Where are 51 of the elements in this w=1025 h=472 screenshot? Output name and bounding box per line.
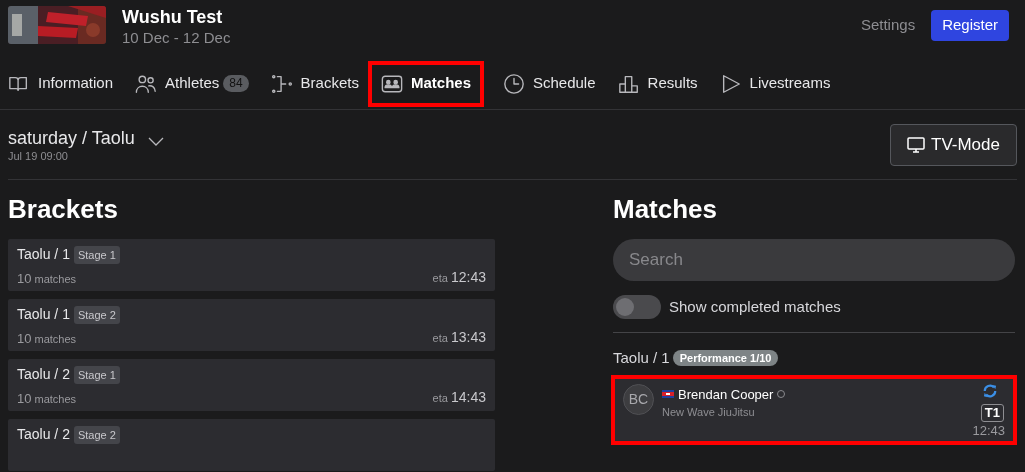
section-heading: Brackets	[8, 194, 119, 224]
toggle-label: Show completed matches	[669, 296, 841, 317]
performance-badge: Performance 1/10	[672, 350, 779, 367]
match-count: 10 matches	[17, 389, 77, 408]
bracket-name: Taolu / 2	[17, 365, 70, 384]
bracket-card[interactable]: Taolu / 2 Stage 2	[8, 419, 495, 471]
count-badge: 84	[223, 75, 249, 92]
search-field[interactable]: Search	[613, 239, 1015, 281]
event-title: Wushu Test	[122, 6, 224, 28]
monitor-icon	[907, 136, 925, 153]
toggle-switch[interactable]	[613, 295, 661, 319]
match-card[interactable]: BC Brendan Cooper New Wave JiuJitsu T1 12:43	[611, 374, 1017, 445]
bracket-card[interactable]: Taolu / 1 Stage 1 10 matches eta 12:43	[8, 239, 495, 291]
match-time: 12:43	[972, 422, 1005, 439]
nav-tab[interactable]: Results	[606, 62, 709, 105]
settings-link[interactable]: Settings	[860, 14, 916, 37]
table-badge: T1	[980, 403, 1004, 422]
flag-icon	[662, 390, 674, 399]
register-button[interactable]: Register	[931, 10, 1009, 41]
club-name: New Wave JiuJitsu	[662, 405, 756, 420]
bracket-card[interactable]: Taolu / 2 Stage 1 10 matches eta 14:43	[8, 359, 495, 411]
nav-tab[interactable]: Brackets	[259, 62, 370, 105]
bracket-icon	[270, 72, 293, 95]
tv-mode-button[interactable]: TV-Mode	[890, 123, 1017, 166]
session-title: saturday / Taolu	[8, 126, 135, 149]
refresh-icon[interactable]	[981, 383, 999, 398]
eta-time: eta 14:43	[432, 388, 486, 407]
bracket-name: Taolu / 1	[17, 305, 70, 324]
bracket-name: Taolu / 1	[17, 245, 70, 264]
event-dates: 10 Dec - 12 Dec	[122, 28, 231, 48]
match-count: 10 matches	[17, 269, 77, 288]
stage-badge: Stage 2	[73, 305, 120, 324]
session-time: Jul 19 09:00	[8, 148, 69, 163]
nav-tab[interactable]: Livestreams	[708, 62, 842, 105]
group-title: Taolu / 1	[613, 348, 670, 368]
athlete-name: Brendan Cooper	[678, 385, 774, 404]
nav-tab[interactable]: Information	[8, 62, 125, 105]
stage-badge: Stage 1	[73, 365, 120, 384]
match-count: 10 matches	[17, 329, 77, 348]
clock-icon	[503, 72, 525, 95]
avatar: BC	[623, 383, 654, 415]
nav-tab[interactable]: Schedule	[492, 62, 607, 105]
eta-time: eta 13:43	[432, 328, 486, 347]
eta-time: eta 12:43	[432, 268, 486, 287]
bracket-name: Taolu / 2	[17, 425, 70, 444]
bracket-card[interactable]: Taolu / 1 Stage 2 10 matches eta 13:43	[8, 299, 495, 351]
nav-tab[interactable]: Matches	[369, 62, 482, 105]
stage-badge: Stage 1	[73, 245, 120, 264]
stage-badge: Stage 2	[73, 425, 120, 444]
nav-tab[interactable]: Athletes 84	[124, 62, 260, 105]
section-heading: Matches	[613, 194, 719, 224]
